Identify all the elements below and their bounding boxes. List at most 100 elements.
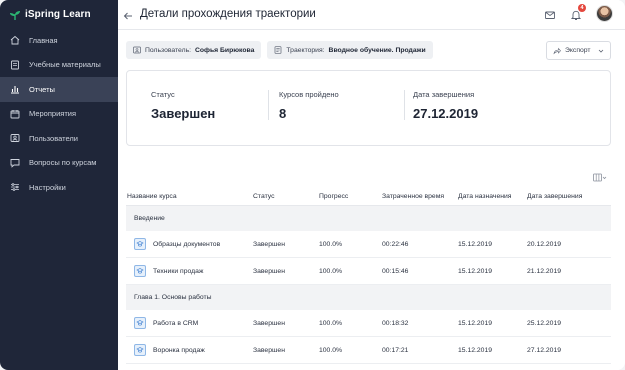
filter-bar: Пользователь: Софья Бирюкова Траектория:… [126,41,433,59]
brand-logo[interactable]: iSpring Learn [9,8,91,20]
user-filter-value: Софья Бирюкова [195,46,255,54]
sprout-icon [9,8,21,20]
progress-cell: 100.0% [319,346,343,354]
sidebar-nav: Главная Учебные материалы Отчеты Меропри… [0,28,118,200]
course-name: Образцы документов [153,240,221,248]
header: Детали прохождения траектории 4 [118,0,625,30]
sidebar-item-settings[interactable]: Настройки [0,175,118,200]
chat-icon [10,158,20,168]
divider [404,90,405,120]
table-row[interactable]: Работа в CRM Завершен 100.0% 00:18:32 15… [126,310,611,337]
table-header: Название курса Статус Прогресс Затраченн… [126,187,611,206]
sidebar-item-home[interactable]: Главная [0,28,118,53]
course-name: Воронка продаж [153,346,205,354]
course-icon [134,238,146,250]
completed-date-cell: 25.12.2019 [527,319,562,327]
stat-label: Курсов пройдено [279,90,339,99]
assigned-date-cell: 15.12.2019 [458,240,493,248]
stat-value: 8 [279,106,287,121]
column-header-status[interactable]: Статус [253,193,319,200]
table-row[interactable]: Образцы документов Завершен 100.0% 00:22… [126,231,611,258]
sidebar-item-users[interactable]: Пользователи [0,126,118,151]
sidebar-item-label: Учебные материалы [29,60,101,70]
sidebar-item-label: Пользователи [29,133,78,143]
sidebar-item-materials[interactable]: Учебные материалы [0,53,118,78]
column-header-time[interactable]: Затраченное время [382,193,458,200]
progress-cell: 100.0% [319,240,343,248]
table-row[interactable]: Воронка продаж Завершен 100.0% 00:17:21 … [126,337,611,364]
course-icon [134,265,146,277]
back-arrow-icon[interactable] [122,9,134,21]
status-cell: Завершен [253,267,285,275]
app-window: iSpring Learn Главная Учебные материалы … [0,0,625,370]
completed-date-cell: 27.12.2019 [527,346,562,354]
progress-cell: 100.0% [319,267,343,275]
course-icon [134,317,146,329]
sidebar-item-label: Отчеты [29,84,55,94]
mail-icon[interactable] [544,8,556,20]
time-cell: 00:15:46 [382,267,409,275]
time-cell: 00:17:21 [382,346,409,354]
course-cell: Воронка продаж [126,344,253,356]
user-icon [133,46,141,54]
sliders-icon [10,182,20,192]
group-row: Введение [126,206,611,231]
columns-settings-icon[interactable] [593,170,607,182]
users-icon [10,133,20,143]
home-icon [10,35,20,45]
assigned-date-cell: 15.12.2019 [458,346,493,354]
trajectory-filter-chip[interactable]: Траектория: Вводное обучение. Продажи [267,41,433,59]
column-header-progress[interactable]: Прогресс [319,193,382,200]
main-content: Детали прохождения траектории 4 Пользова… [118,0,625,370]
column-header-name[interactable]: Название курса [126,193,253,200]
course-cell: Техники продаж [126,265,253,277]
status-cell: Завершен [253,319,285,327]
courses-table: Название курса Статус Прогресс Затраченн… [126,187,611,364]
completed-date-cell: 20.12.2019 [527,240,562,248]
stat-label: Дата завершения [413,90,475,99]
chevron-down-icon [598,48,604,54]
completed-date-cell: 21.12.2019 [527,267,562,275]
course-cell: Образцы документов [126,238,253,250]
stat-courses: Курсов пройдено 8 [279,90,339,121]
table-row[interactable]: Техники продаж Завершен 100.0% 00:15:46 … [126,258,611,285]
divider [268,90,269,120]
status-cell: Завершен [253,240,285,248]
course-icon [134,344,146,356]
stat-label: Статус [151,90,175,99]
avatar[interactable] [596,5,613,22]
bell-icon[interactable]: 4 [570,3,586,20]
course-name: Работа в CRM [153,319,199,327]
column-header-completed[interactable]: Дата завершения [527,193,611,200]
page-title: Детали прохождения траектории [140,8,316,20]
time-cell: 00:18:32 [382,319,409,327]
stat-value: Завершен [151,106,216,121]
book-icon [10,60,20,70]
assigned-date-cell: 15.12.2019 [458,267,493,275]
sidebar-item-questions[interactable]: Вопросы по курсам [0,151,118,176]
stat-completion-date: Дата завершения 27.12.2019 [413,90,478,121]
chart-icon [10,84,20,94]
column-header-assigned[interactable]: Дата назначения [458,193,527,200]
group-row: Глава 1. Основы работы [126,285,611,310]
sidebar-item-label: Главная [29,35,58,45]
assigned-date-cell: 15.12.2019 [458,319,493,327]
export-dropdown[interactable]: Экспорт [546,41,611,60]
trajectory-filter-label: Траектория: [286,46,325,54]
brand-name: iSpring Learn [25,8,91,20]
course-cell: Работа в CRM [126,317,253,329]
sidebar-item-events[interactable]: Мероприятия [0,102,118,127]
trajectory-filter-value: Вводное обучение. Продажи [328,46,426,54]
summary-card: Статус Завершен Курсов пройдено 8 Дата з… [126,70,611,146]
share-icon [553,47,561,55]
sidebar-item-reports[interactable]: Отчеты [0,77,118,102]
progress-cell: 100.0% [319,319,343,327]
sidebar: iSpring Learn Главная Учебные материалы … [0,0,118,370]
course-name: Техники продаж [153,267,204,275]
time-cell: 00:22:46 [382,240,409,248]
export-label: Экспорт [565,47,591,54]
sidebar-item-label: Вопросы по курсам [29,158,97,168]
stat-value: 27.12.2019 [413,106,479,121]
user-filter-chip[interactable]: Пользователь: Софья Бирюкова [126,41,262,59]
document-icon [274,46,282,54]
